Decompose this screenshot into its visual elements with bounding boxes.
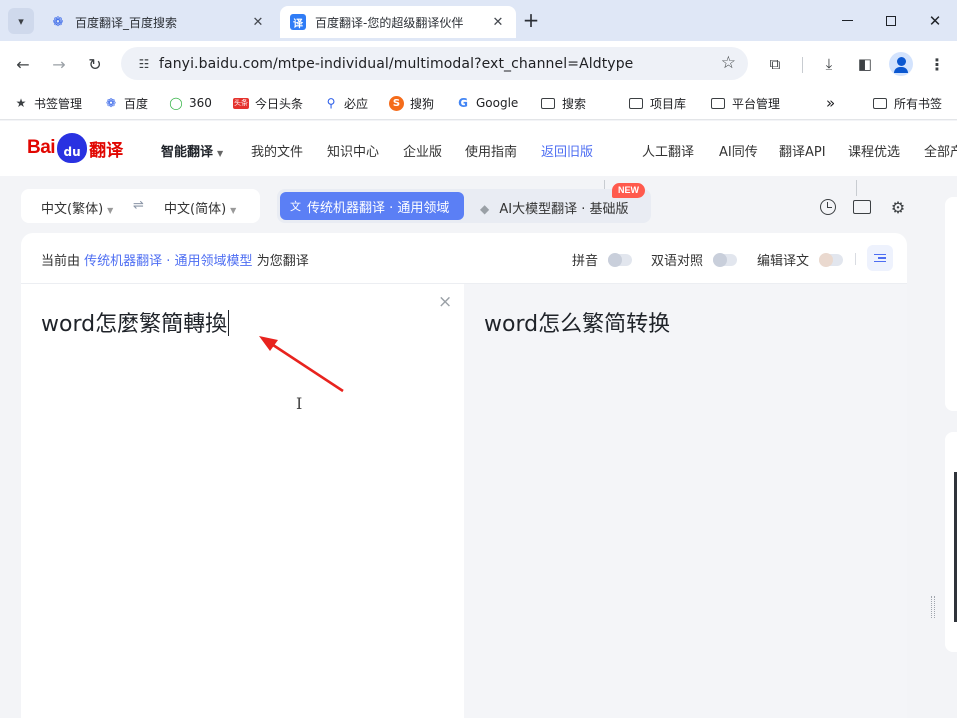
right-panel-card xyxy=(945,197,957,411)
annotation-arrow xyxy=(259,336,344,393)
annotation-arrow-head xyxy=(259,336,278,351)
resize-grip-icon[interactable] xyxy=(931,596,935,618)
annotation-arrow-shaft xyxy=(269,341,344,393)
text-cursor-icon: I xyxy=(296,394,303,413)
right-panel-card xyxy=(945,432,957,652)
